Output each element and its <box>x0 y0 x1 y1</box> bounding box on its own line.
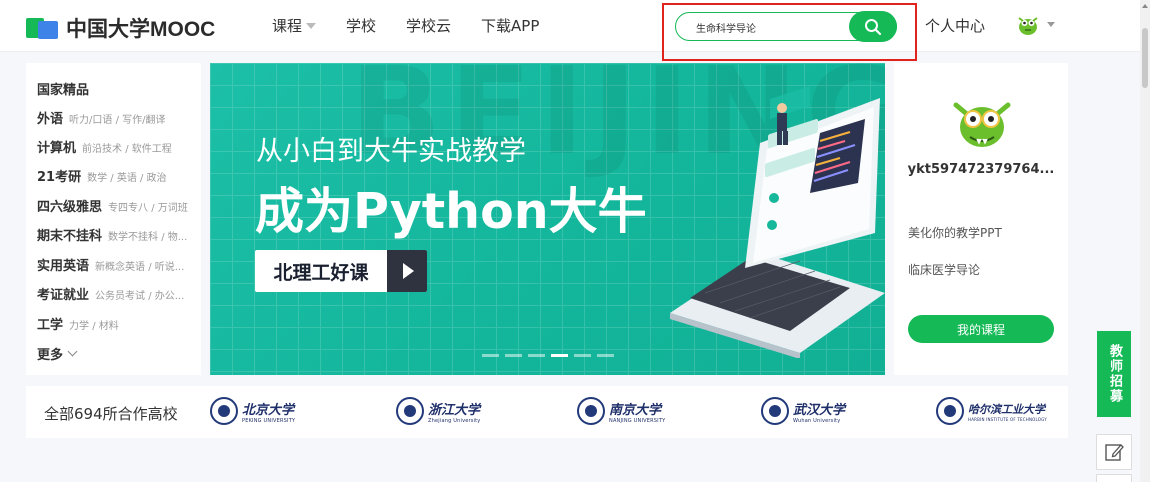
side-tool-button[interactable] <box>1096 474 1132 482</box>
banner-subtitle: 从小白到大牛实战教学 <box>256 136 526 167</box>
nav-item-label: 学校云 <box>406 17 452 35</box>
carousel-dot[interactable] <box>505 354 522 357</box>
university-logo-peking[interactable]: 北京大学 PEKING UNIVERSITY <box>210 397 295 425</box>
promo-banner[interactable]: BEIJING 从小白到大牛实战教学 成为Python大牛 北理工好课 <box>210 63 885 375</box>
username[interactable]: ykt597472379764... <box>894 162 1068 177</box>
university-name: 北京大学 <box>242 402 295 418</box>
university-name: 浙江大学 <box>428 402 481 418</box>
category-item[interactable]: 工学 力学 / 材料 <box>37 314 199 333</box>
carousel-dot-active[interactable] <box>551 354 568 357</box>
university-seal-icon <box>396 397 424 425</box>
carousel-dot[interactable] <box>597 354 614 357</box>
nav-item-label: 下载APP <box>481 17 540 35</box>
category-sub: 数学不挂科 / 物... <box>108 232 188 243</box>
recent-course-link[interactable]: 临床医学导论 <box>908 261 980 278</box>
banner-cta-button[interactable]: 北理工好课 <box>255 250 427 292</box>
university-en-name: PEKING UNIVERSITY <box>242 417 296 424</box>
category-main: 工学 <box>37 318 64 333</box>
university-en-name: Zhejiang University <box>428 417 481 424</box>
user-avatar-icon[interactable] <box>950 95 1014 151</box>
play-icon <box>387 250 427 292</box>
university-seal-icon <box>936 397 964 425</box>
category-item[interactable]: 期末不挂科 数学不挂科 / 物... <box>37 225 199 244</box>
logo-text: 中国大学MOOC <box>66 18 216 41</box>
category-main: 四六级雅思 <box>37 200 103 215</box>
university-logo-zhejiang[interactable]: 浙江大学 Zhejiang University <box>396 397 480 425</box>
category-sub: 数学 / 英语 / 政治 <box>87 173 167 184</box>
scrollbar-thumb[interactable] <box>1142 28 1148 88</box>
user-center-link[interactable]: 个人中心 <box>925 15 985 36</box>
nav-item-download-app[interactable]: 下载APP <box>481 15 539 36</box>
category-item[interactable]: 实用英语 新概念英语 / 听说... <box>37 255 199 274</box>
scroll-up-icon[interactable] <box>1142 4 1148 8</box>
category-sub: 新概念英语 / 听说... <box>95 262 185 273</box>
university-seal-icon <box>577 397 605 425</box>
page-scrollbar[interactable] <box>1140 0 1150 482</box>
university-en-name: HARBIN INSTITUTE OF TECHNOLOGY <box>968 416 1047 422</box>
search-button[interactable] <box>849 11 897 42</box>
category-item[interactable]: 外语 听力/口语 / 写作/翻译 <box>37 108 199 127</box>
category-title[interactable]: 国家精品 <box>37 79 89 98</box>
university-logo-wuhan[interactable]: 武汉大学 Wuhan University <box>761 397 845 425</box>
more-label: 更多 <box>37 348 64 363</box>
category-more-button[interactable]: 更多 <box>37 344 78 363</box>
category-main: 外语 <box>37 112 64 127</box>
main-nav: 课程 学校 学校云 下载APP <box>272 15 569 36</box>
university-en-name: NANJING UNIVERSITY <box>609 417 666 424</box>
banner-title: 成为Python大牛 <box>255 183 647 240</box>
category-panel: 国家精品 外语 听力/口语 / 写作/翻译 计算机 前沿技术 / 软件工程 21考研… <box>26 63 201 375</box>
category-sub: 前沿技术 / 软件工程 <box>82 144 172 155</box>
user-card: ykt597472379764... 美化你的教学PPT 临床医学导论 我的课程 <box>894 63 1068 375</box>
nav-item-label: 课程 <box>272 17 303 35</box>
university-name: 哈尔滨工业大学 <box>968 402 1045 416</box>
category-sub: 听力/口语 / 写作/翻译 <box>69 115 166 126</box>
partners-link[interactable]: 全部694所合作高校 <box>44 403 178 424</box>
category-item[interactable]: 考证就业 公务员考试 / 办公... <box>37 284 199 303</box>
book-logo-icon <box>26 15 60 41</box>
search-input[interactable] <box>696 19 846 35</box>
carousel-dots <box>482 354 620 357</box>
user-avatar-icon[interactable] <box>1016 13 1040 37</box>
university-logo-harbin[interactable]: 哈尔滨工业大学 HARBIN INSTITUTE OF TECHNOLOGY <box>936 397 1047 425</box>
category-sub: 公务员考试 / 办公... <box>95 291 185 302</box>
partner-universities-bar: 全部694所合作高校 北京大学 PEKING UNIVERSITY 浙江大学 Z… <box>26 386 1068 438</box>
chevron-down-icon <box>306 22 317 29</box>
category-main: 实用英语 <box>37 259 90 274</box>
recruit-label: 教师招募 <box>1107 344 1122 404</box>
site-logo[interactable]: 中国大学MOOC <box>26 13 215 43</box>
university-en-name: Wuhan University <box>793 417 841 424</box>
nav-item-label: 学校 <box>346 17 377 35</box>
carousel-dot[interactable] <box>482 354 499 357</box>
university-name: 南京大学 <box>609 402 662 418</box>
laptop-illustration <box>670 86 885 358</box>
teacher-recruit-button[interactable]: 教师招募 <box>1097 331 1131 417</box>
top-header: 中国大学MOOC 课程 学校 学校云 下载APP 个人中心 <box>0 0 1150 61</box>
category-main: 21考研 <box>37 170 82 185</box>
university-seal-icon <box>210 397 238 425</box>
category-main: 考证就业 <box>37 288 90 303</box>
category-item[interactable]: 四六级雅思 专四专八 / 万词班 <box>37 196 199 215</box>
nav-item-courses[interactable]: 课程 <box>272 15 317 36</box>
university-logo-nanjing[interactable]: 南京大学 NANJING UNIVERSITY <box>577 397 665 425</box>
category-item[interactable]: 计算机 前沿技术 / 软件工程 <box>37 137 199 156</box>
category-sub: 专四专八 / 万词班 <box>108 203 188 214</box>
carousel-dot[interactable] <box>574 354 591 357</box>
nav-item-school-cloud[interactable]: 学校云 <box>406 15 451 36</box>
my-courses-button[interactable]: 我的课程 <box>908 315 1054 343</box>
carousel-dot[interactable] <box>528 354 545 357</box>
category-main: 期末不挂科 <box>37 229 103 244</box>
edit-icon <box>1105 444 1124 461</box>
nav-item-schools[interactable]: 学校 <box>346 15 376 36</box>
banner-cta-label: 北理工好课 <box>273 261 369 284</box>
category-item[interactable]: 21考研 数学 / 英语 / 政治 <box>37 166 199 185</box>
university-name: 武汉大学 <box>793 402 846 418</box>
search-icon <box>865 18 882 35</box>
feedback-button[interactable] <box>1096 434 1132 470</box>
chevron-down-icon <box>67 346 78 357</box>
category-main: 计算机 <box>37 141 77 156</box>
university-seal-icon <box>761 397 789 425</box>
chevron-down-icon[interactable] <box>1047 22 1055 27</box>
category-sub: 力学 / 材料 <box>69 321 119 332</box>
recent-course-link[interactable]: 美化你的教学PPT <box>908 224 1002 241</box>
